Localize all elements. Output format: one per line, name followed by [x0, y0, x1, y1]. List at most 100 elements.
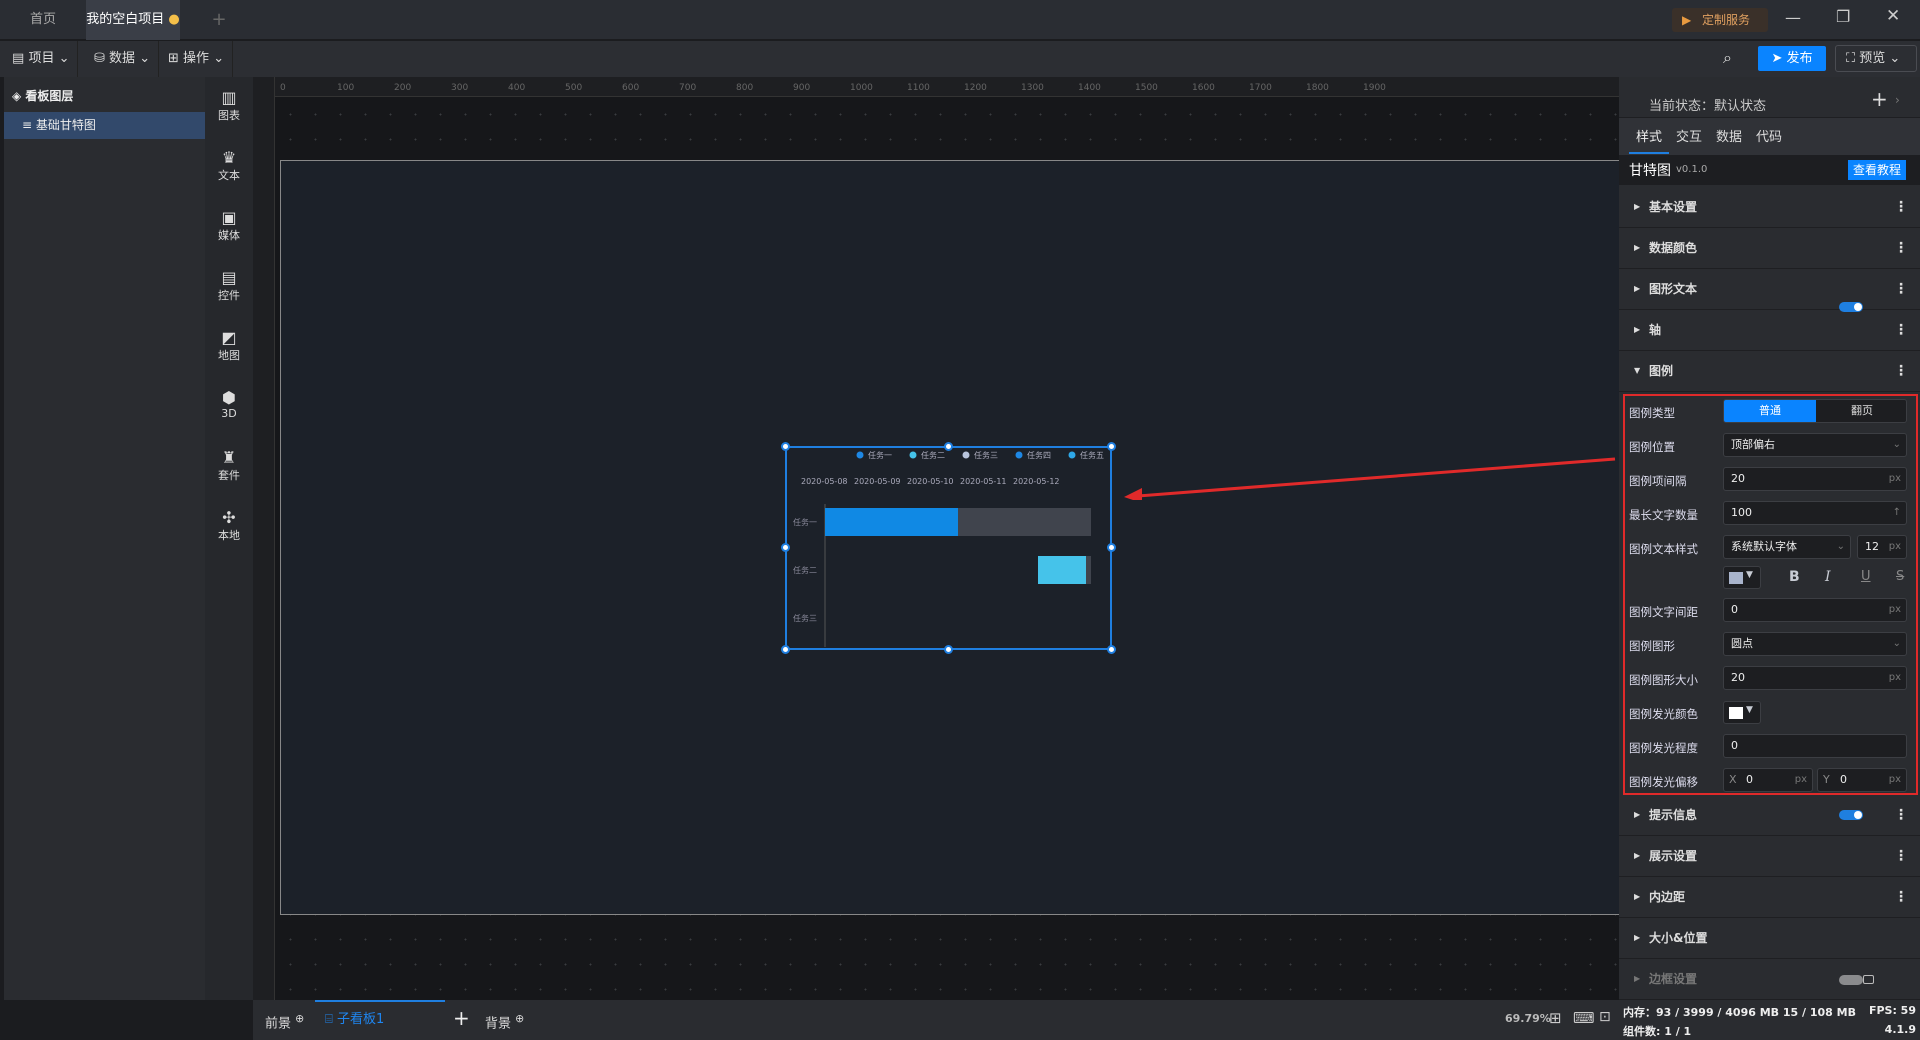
lock-icon[interactable] [1863, 975, 1874, 984]
legend-letter-input[interactable]: 0 px [1723, 598, 1907, 622]
legend-type-normal[interactable]: 普通 [1724, 400, 1816, 422]
legend-shape-size-input[interactable]: 20 px [1723, 666, 1907, 690]
section-header[interactable]: ▶ 数据颜色 ⋮ [1619, 228, 1920, 269]
minimize-button[interactable]: — [1785, 8, 1801, 27]
section-header[interactable]: ▶ 基本设置 ⋮ [1619, 187, 1920, 228]
glow-offset-y-input[interactable]: Y 0 px [1817, 768, 1907, 792]
tab-home[interactable]: 首页 [0, 0, 86, 40]
legend-type-label: 图例类型 [1629, 406, 1675, 420]
vertical-ruler[interactable] [253, 77, 275, 1000]
section-header[interactable]: ▶ 边框设置 [1619, 959, 1920, 1000]
tooltip-toggle[interactable] [1839, 810, 1863, 820]
more-icon[interactable]: ⋮ [1894, 228, 1908, 268]
tab-interaction[interactable]: 交互 [1676, 126, 1702, 145]
sub-board-tab[interactable]: ⌸ 子看板1 [315, 1000, 445, 1040]
more-icon[interactable]: ⋮ [1894, 187, 1908, 227]
more-icon[interactable]: ⋮ [1894, 877, 1908, 917]
tab-code[interactable]: 代码 [1756, 126, 1782, 145]
legend-glow-color-label: 图例发光颜色 [1629, 707, 1698, 721]
glow-offset-x-input[interactable]: X 0 px [1723, 768, 1813, 792]
menu-data[interactable]: ⛁ 数据 ⌄ [86, 41, 160, 77]
tutorial-button[interactable]: 查看教程 [1848, 160, 1906, 180]
resize-handle[interactable] [944, 645, 953, 654]
palette-text[interactable]: ♛ 文本 [205, 149, 253, 183]
keyboard-icon[interactable]: ⌨ [1573, 1009, 1595, 1027]
border-toggle[interactable] [1839, 975, 1863, 985]
palette-chart[interactable]: ▥ 图表 [205, 89, 253, 123]
add-board-button[interactable]: + [453, 1006, 470, 1030]
layer-item[interactable]: ≡ 基础甘特图 [4, 112, 205, 139]
palette-kit[interactable]: ♜ 套件 [205, 449, 253, 483]
legend-text-color-picker[interactable]: ▼ [1723, 566, 1761, 589]
resize-handle[interactable] [781, 442, 790, 451]
resize-handle[interactable] [944, 442, 953, 451]
legend-position-select[interactable]: 顶部偏右 ⌄ [1723, 433, 1907, 457]
add-state-button[interactable]: + [1871, 87, 1888, 111]
custom-service-button[interactable]: ▶ 定制服务 [1672, 8, 1768, 32]
legend-toggle[interactable] [1839, 302, 1863, 312]
foreground-tab[interactable]: 前景 ⊕ [265, 1012, 304, 1031]
more-icon[interactable]: ⋮ [1894, 795, 1908, 835]
section-header[interactable]: ▶ 大小&位置 [1619, 918, 1920, 959]
resize-handle[interactable] [1107, 442, 1116, 451]
fit-screen-icon[interactable]: ⊞ [1549, 1009, 1562, 1027]
chevron-right-icon[interactable]: › [1895, 93, 1900, 107]
tab-project[interactable]: 我的空白项目 ● [86, 0, 180, 40]
background-tab[interactable]: 背景 ⊕ [485, 1012, 524, 1031]
preview-button[interactable]: ⛶ 预览 ⌄ [1835, 45, 1917, 72]
palette-local[interactable]: ✣ 本地 [205, 509, 253, 543]
restore-button[interactable]: ❐ [1836, 7, 1850, 26]
tab-style[interactable]: 样式 [1629, 126, 1670, 154]
resize-handle[interactable] [781, 543, 790, 552]
underline-button[interactable]: U [1861, 569, 1871, 584]
more-icon[interactable]: ⋮ [1894, 269, 1908, 309]
palette-controls[interactable]: ▤ 控件 [205, 269, 253, 303]
legend-glow-level-input[interactable]: 0 [1723, 734, 1907, 758]
publish-button[interactable]: ➤ 发布 [1758, 46, 1826, 71]
add-circle-icon[interactable]: ⊕ [295, 1012, 304, 1025]
zoom-level[interactable]: 69.79% [1505, 1012, 1551, 1025]
bold-button[interactable]: B [1789, 569, 1800, 585]
close-button[interactable]: ✕ [1886, 6, 1900, 26]
legend-gap-input[interactable]: 20 px [1723, 467, 1907, 491]
section-title: 数据颜色 [1649, 241, 1698, 255]
more-icon[interactable]: ⋮ [1894, 310, 1908, 350]
board-icon: ⌸ [325, 1012, 333, 1027]
more-icon[interactable]: ⋮ [1894, 836, 1908, 876]
strikethrough-button[interactable]: S [1896, 569, 1904, 584]
legend-type-paged[interactable]: 翻页 [1816, 400, 1906, 422]
menu-project[interactable]: ▤ 项目 ⌄ [4, 41, 79, 77]
section-header[interactable]: ▶ 内边距 ⋮ [1619, 877, 1920, 918]
palette-map[interactable]: ◩ 地图 [205, 329, 253, 363]
resize-handle[interactable] [1107, 645, 1116, 654]
section-header[interactable]: ▶ 图形文本 ⋮ [1619, 269, 1920, 310]
resize-handle[interactable] [781, 645, 790, 654]
legend-maxlen-input[interactable]: 100 ↑ [1723, 501, 1907, 525]
legend-glow-color-picker[interactable]: ▼ [1723, 701, 1761, 724]
section-title: 大小&位置 [1649, 931, 1708, 945]
legend-shape-select[interactable]: 圆点 ⌄ [1723, 632, 1907, 656]
section-header[interactable]: ▶ 展示设置 ⋮ [1619, 836, 1920, 877]
search-icon[interactable]: ⌕ [1723, 48, 1732, 68]
horizontal-ruler[interactable]: 0 100 200 300 400 500 600 700 800 900 1000 1100 1200… [275, 77, 1619, 97]
legend-fontsize-input[interactable]: 12 px [1857, 535, 1907, 559]
add-circle-icon[interactable]: ⊕ [515, 1012, 524, 1025]
section-header[interactable]: ▼ 图例 ⋮ [1619, 351, 1920, 392]
gantt-chart-widget[interactable]: 任务一 任务二 任务三 任务四 任务五 2020-05-08 2020-05-09 2020-… [781, 442, 1116, 654]
new-tab-button[interactable]: + [200, 0, 238, 40]
tab-data[interactable]: 数据 [1716, 126, 1742, 145]
palette-3d[interactable]: ⬢ 3D [205, 389, 253, 421]
ruler-tick: 1500 [1135, 83, 1158, 93]
arrow-up-icon[interactable]: ↑ [1893, 502, 1901, 524]
section-header[interactable]: ▶ 轴 ⋮ [1619, 310, 1920, 351]
section-header[interactable]: ▶ 提示信息 ⋮ [1619, 795, 1920, 836]
resize-handle[interactable] [1107, 543, 1116, 552]
legend-font-select[interactable]: 系统默认字体 ⌄ [1723, 535, 1851, 559]
date-tick: 2020-05-11 [960, 477, 1007, 486]
palette-label: 控件 [218, 289, 240, 302]
palette-media[interactable]: ▣ 媒体 [205, 209, 253, 243]
terminal-icon[interactable]: ⊡ [1599, 1009, 1611, 1025]
italic-button[interactable]: I [1825, 569, 1831, 585]
menu-ops[interactable]: ⊞ 操作 ⌄ [160, 41, 234, 77]
more-icon[interactable]: ⋮ [1894, 351, 1908, 391]
